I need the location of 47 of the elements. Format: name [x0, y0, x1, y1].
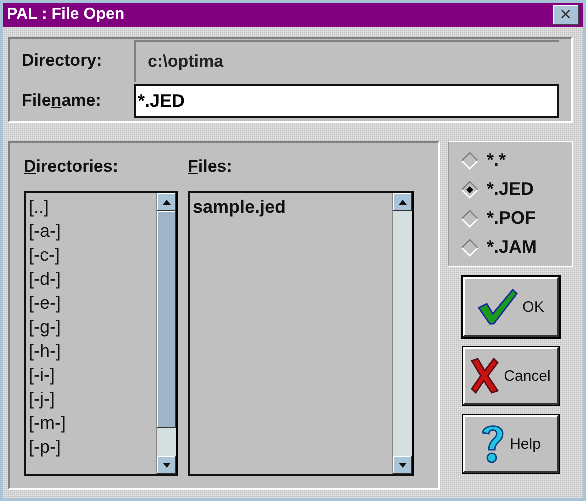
directory-item[interactable]: [-m-]	[29, 411, 153, 435]
filter-radio[interactable]: *.JED	[461, 179, 560, 200]
directory-value: c:\optima	[134, 40, 559, 82]
files-label: Files:	[188, 157, 234, 177]
scroll-up-button[interactable]	[157, 193, 176, 211]
ok-button[interactable]: OK	[462, 277, 558, 337]
scrollbar[interactable]	[392, 193, 412, 474]
directory-item[interactable]: [-g-]	[29, 315, 153, 339]
help-button[interactable]: Help	[462, 415, 558, 473]
directories-label: Directories:	[24, 157, 120, 177]
scrollbar[interactable]	[156, 193, 176, 474]
radio-diamond-icon[interactable]	[461, 152, 479, 170]
filename-label: Filename:	[22, 91, 102, 111]
question-mark-icon	[480, 423, 506, 465]
scroll-down-button[interactable]	[157, 456, 176, 474]
directory-item[interactable]: [-h-]	[29, 339, 153, 363]
directory-item[interactable]: [-a-]	[29, 219, 153, 243]
directory-label: Directory:	[22, 51, 104, 71]
radio-diamond-icon[interactable]	[461, 180, 479, 198]
checkmark-icon	[476, 288, 519, 326]
window-title: PAL : File Open	[7, 6, 125, 24]
scroll-up-arrow-icon	[398, 200, 406, 204]
directory-item[interactable]: [-e-]	[29, 291, 153, 315]
scroll-thumb[interactable]	[157, 211, 176, 428]
directories-list[interactable]: [..] [-a-] [-c-] [-d-] [-e-] [-g-] [-h-] [-i-] [-j-] [-m-] [-p-]	[24, 191, 178, 476]
filename-field[interactable]: *.JED	[134, 84, 559, 118]
radio-diamond-icon[interactable]	[461, 238, 479, 256]
scroll-up-button[interactable]	[393, 193, 412, 211]
close-button[interactable]: ×	[553, 5, 579, 25]
scroll-down-arrow-icon	[398, 462, 406, 468]
cancel-button[interactable]: Cancel	[462, 347, 558, 405]
directory-item[interactable]: [-i-]	[29, 363, 153, 387]
filter-radio[interactable]: *.JAM	[461, 237, 560, 258]
scroll-up-arrow-icon	[162, 200, 170, 204]
directory-item[interactable]: [-c-]	[29, 243, 153, 267]
scroll-down-button[interactable]	[393, 456, 412, 474]
filter-radio[interactable]: *.*	[461, 150, 560, 171]
filter-radio[interactable]: *.POF	[461, 208, 560, 229]
files-list[interactable]: sample.jed	[188, 191, 414, 476]
scroll-down-arrow-icon	[162, 462, 170, 468]
radio-diamond-icon[interactable]	[461, 210, 479, 228]
directory-item[interactable]: [-j-]	[29, 387, 153, 411]
directory-item[interactable]: [-d-]	[29, 267, 153, 291]
cross-icon	[470, 357, 500, 395]
directory-item[interactable]: [-p-]	[29, 435, 153, 459]
file-item[interactable]: sample.jed	[193, 195, 389, 219]
directory-item[interactable]: [..]	[29, 195, 153, 219]
